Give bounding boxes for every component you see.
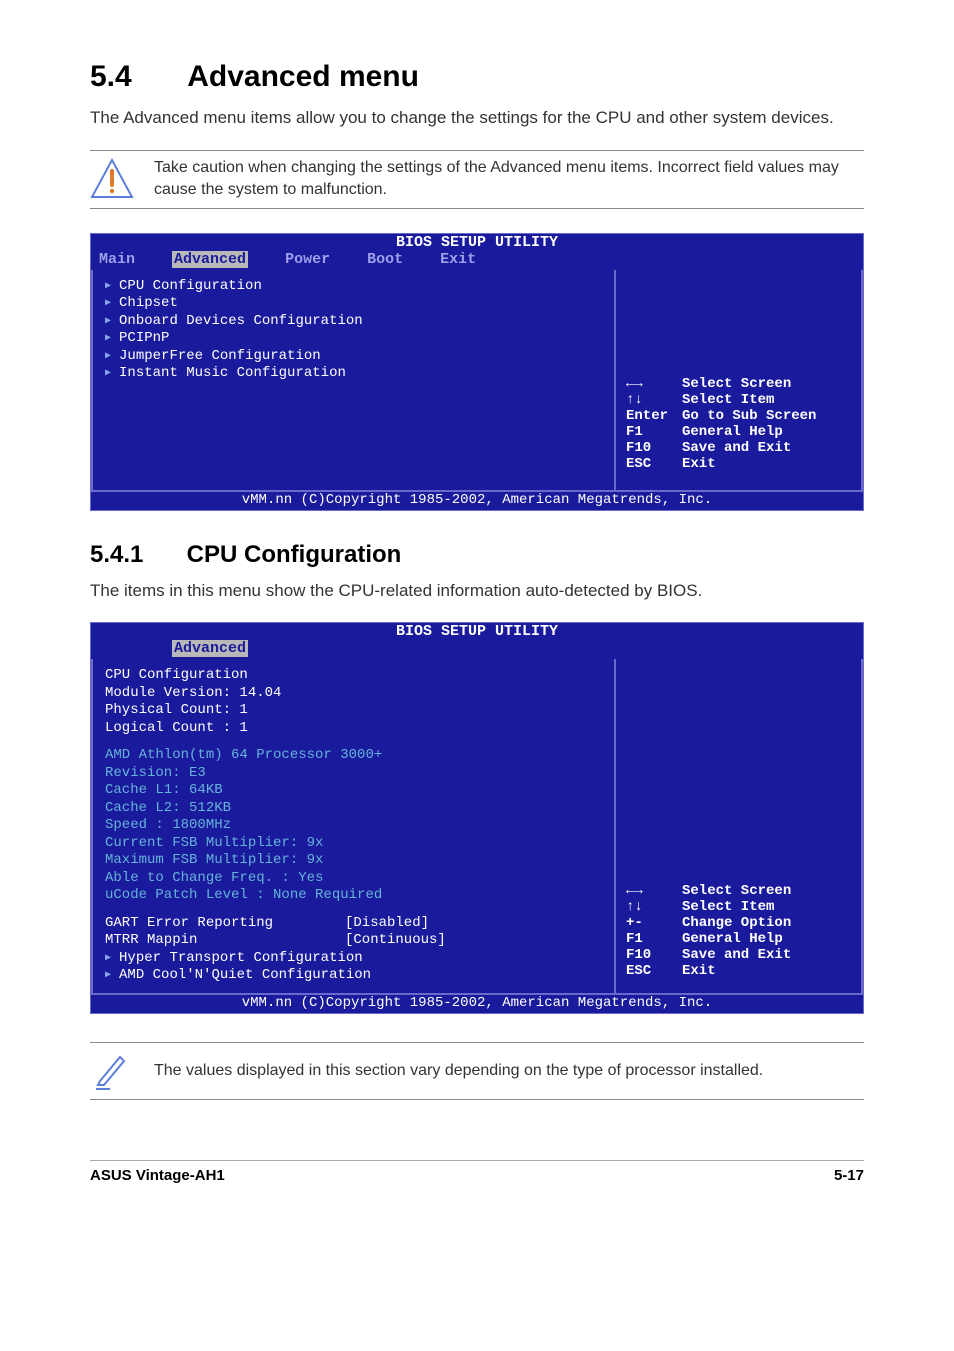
subsection-description: The items in this menu show the CPU-rela… [90, 579, 864, 603]
help-key: F1 [626, 424, 682, 440]
cpu-cache-l1: Cache L1: 64KB [105, 782, 602, 800]
bios-cpu-info: CPU Configuration Module Version: 14.04 … [93, 659, 616, 993]
bios-tab-advanced[interactable]: Advanced [172, 251, 248, 268]
help-key: F10 [626, 947, 682, 963]
bios-help-pane: ←→Select Screen ↑↓Select Item EnterGo to… [616, 270, 861, 490]
help-text: Exit [682, 456, 716, 472]
cpu-change-freq: Able to Change Freq. : Yes [105, 870, 602, 888]
help-text: Select Screen [682, 883, 791, 899]
cpu-name: AMD Athlon(tm) 64 Processor 3000+ [105, 747, 602, 765]
footer-product: ASUS Vintage-AH1 [90, 1167, 225, 1184]
caution-note: Take caution when changing the settings … [90, 150, 864, 209]
bios-tab-main[interactable]: Main [99, 251, 135, 268]
bios-tab-boot[interactable]: Boot [367, 251, 403, 268]
cpu-max-fsb: Maximum FSB Multiplier: 9x [105, 852, 602, 870]
cpu-speed: Speed : 1800MHz [105, 817, 602, 835]
page-footer: ASUS Vintage-AH1 5-17 [90, 1160, 864, 1184]
cpu-config-header: CPU Configuration [105, 667, 602, 685]
subsection-title: CPU Configuration [187, 541, 402, 568]
option-label: MTRR Mappin [105, 932, 345, 950]
submenu-amd-cool-n-quiet[interactable]: AMD Cool'N'Quiet Configuration [105, 967, 602, 985]
bios-item-cpu-configuration[interactable]: CPU Configuration [105, 278, 602, 296]
bios-tabs: Main Advanced Power Boot Exit [91, 251, 863, 270]
subsection-number: 5.4.1 [90, 541, 180, 569]
bios-tab-power[interactable]: Power [285, 251, 330, 268]
bios-copyright: vMM.nn (C)Copyright 1985-2002, American … [91, 492, 863, 510]
section-title: Advanced menu [187, 60, 419, 93]
bios-item-onboard-devices[interactable]: Onboard Devices Configuration [105, 313, 602, 331]
bios-copyright: vMM.nn (C)Copyright 1985-2002, American … [91, 995, 863, 1013]
pencil-icon [90, 1049, 134, 1093]
bios-help-pane: ←→Select Screen ↑↓Select Item +-Change O… [616, 659, 861, 993]
section-heading: 5.4 Advanced menu [90, 60, 864, 94]
option-mtrr-mappin[interactable]: MTRR Mappin [Continuous] [105, 932, 602, 950]
bios-screen-cpu-config: BIOS SETUP UTILITY Main Advanced CPU Con… [90, 622, 864, 1014]
bios-screen-advanced: BIOS SETUP UTILITY Main Advanced Power B… [90, 233, 864, 511]
help-text: General Help [682, 931, 783, 947]
footer-page-number: 5-17 [834, 1167, 864, 1184]
cpu-cache-l2: Cache L2: 512KB [105, 800, 602, 818]
cpu-ucode-patch: uCode Patch Level : None Required [105, 887, 602, 905]
help-text: General Help [682, 424, 783, 440]
cpu-current-fsb: Current FSB Multiplier: 9x [105, 835, 602, 853]
help-key: ESC [626, 963, 682, 979]
info-note-text: The values displayed in this section var… [154, 1060, 763, 1082]
bios-tab-advanced[interactable]: Advanced [172, 640, 248, 657]
bios-title: BIOS SETUP UTILITY [91, 234, 863, 251]
cpu-module-version: Module Version: 14.04 [105, 685, 602, 703]
cpu-logical-count: Logical Count : 1 [105, 720, 602, 738]
help-key: Enter [626, 408, 682, 424]
help-text: Go to Sub Screen [682, 408, 816, 424]
bios-item-jumperfree[interactable]: JumperFree Configuration [105, 348, 602, 366]
help-text: Save and Exit [682, 947, 791, 963]
bios-tabs: Main Advanced [91, 640, 863, 659]
help-text: Exit [682, 963, 716, 979]
help-text: Select Screen [682, 376, 791, 392]
caution-icon [90, 157, 134, 201]
section-number: 5.4 [90, 60, 180, 94]
bios-item-chipset[interactable]: Chipset [105, 295, 602, 313]
help-key: ↑↓ [626, 392, 682, 408]
cpu-revision: Revision: E3 [105, 765, 602, 783]
help-key: F1 [626, 931, 682, 947]
help-text: Change Option [682, 915, 791, 931]
bios-title: BIOS SETUP UTILITY [91, 623, 863, 640]
help-key: ←→ [626, 883, 682, 899]
caution-text: Take caution when changing the settings … [154, 157, 864, 202]
help-key: ←→ [626, 376, 682, 392]
subsection-heading: 5.4.1 CPU Configuration [90, 541, 864, 569]
help-key: ESC [626, 456, 682, 472]
submenu-hyper-transport[interactable]: Hyper Transport Configuration [105, 950, 602, 968]
option-label: GART Error Reporting [105, 915, 345, 933]
bios-menu-list: CPU Configuration Chipset Onboard Device… [93, 270, 616, 490]
option-value: [Disabled] [345, 915, 429, 933]
option-gart-error[interactable]: GART Error Reporting [Disabled] [105, 915, 602, 933]
info-note: The values displayed in this section var… [90, 1042, 864, 1100]
bios-tab-exit[interactable]: Exit [440, 251, 476, 268]
help-key: F10 [626, 440, 682, 456]
help-text: Save and Exit [682, 440, 791, 456]
bios-item-pcipnp[interactable]: PCIPnP [105, 330, 602, 348]
help-key: +- [626, 915, 682, 931]
help-text: Select Item [682, 899, 774, 915]
help-text: Select Item [682, 392, 774, 408]
cpu-physical-count: Physical Count: 1 [105, 702, 602, 720]
bios-item-instant-music[interactable]: Instant Music Configuration [105, 365, 602, 383]
help-key: ↑↓ [626, 899, 682, 915]
section-description: The Advanced menu items allow you to cha… [90, 106, 864, 130]
option-value: [Continuous] [345, 932, 446, 950]
